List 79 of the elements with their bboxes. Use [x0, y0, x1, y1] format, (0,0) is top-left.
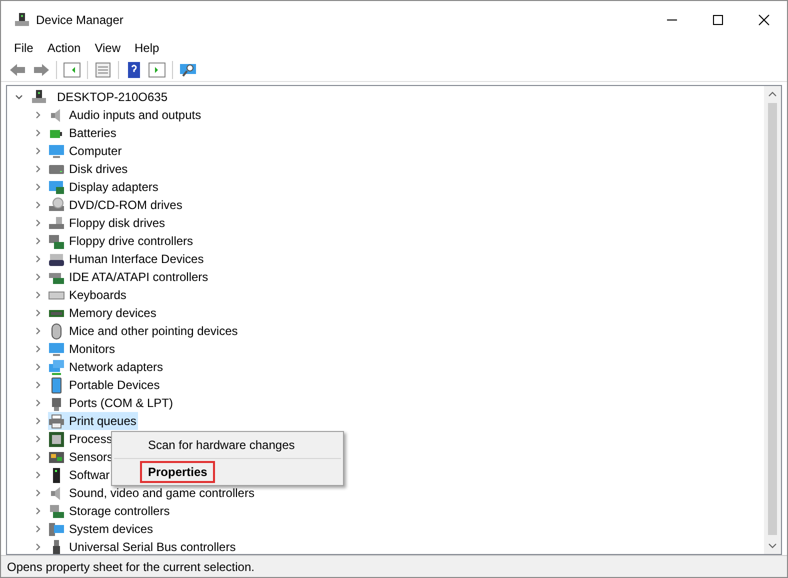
status-text: Opens property sheet for the current selection. — [7, 558, 254, 576]
expand-chevron-icon[interactable] — [34, 363, 42, 371]
tree-item[interactable]: Mice and other pointing devices — [48, 322, 240, 340]
tree-item[interactable]: Floppy disk drives — [48, 214, 168, 232]
storage-controller-icon — [48, 502, 65, 520]
expand-chevron-icon[interactable] — [34, 201, 42, 209]
expand-chevron-icon[interactable] — [34, 399, 42, 407]
tree-item[interactable]: Ports (COM & LPT) — [48, 394, 176, 412]
expand-chevron-icon[interactable] — [34, 525, 42, 533]
tree-item[interactable]: Computer — [48, 142, 124, 160]
monitor-icon — [48, 340, 65, 358]
expand-chevron-icon[interactable] — [34, 273, 42, 281]
tree-item[interactable]: Floppy drive controllers — [48, 232, 196, 250]
expand-chevron-icon[interactable] — [34, 435, 42, 443]
tree-item[interactable]: Keyboards — [48, 286, 128, 304]
menu-item[interactable]: Help — [128, 39, 166, 57]
tree-item[interactable]: Print queues — [48, 412, 138, 430]
close-icon — [759, 14, 769, 24]
tree-item[interactable]: Batteries — [48, 124, 118, 142]
expand-chevron-icon[interactable] — [34, 237, 42, 245]
menu-item[interactable]: Properties — [140, 461, 216, 483]
tree-item[interactable]: Sound, video and game controllers — [48, 484, 256, 502]
device-manager-icon — [14, 12, 30, 28]
computer-icon — [31, 89, 47, 105]
tree-item[interactable]: Sensors — [48, 448, 116, 466]
expand-chevron-icon[interactable] — [34, 543, 42, 551]
expand-chevron-icon[interactable] — [34, 507, 42, 515]
tree-item[interactable]: Display adapters — [48, 178, 160, 196]
expand-chevron-icon[interactable] — [34, 291, 42, 299]
display-adapter-icon — [48, 178, 65, 196]
sheet-icon[interactable] — [93, 60, 113, 78]
menu-item[interactable]: File — [7, 39, 40, 57]
expand-chevron-icon[interactable] — [34, 255, 42, 263]
menu-item[interactable]: Action — [40, 39, 88, 57]
computer-icon — [48, 520, 65, 538]
expand-chevron-icon[interactable] — [34, 309, 42, 317]
expand-chevron-icon[interactable] — [34, 111, 42, 119]
tree-item[interactable]: System devices — [48, 520, 156, 538]
expand-chevron-icon[interactable] — [34, 147, 42, 155]
tree-item[interactable]: Softwar — [48, 466, 112, 484]
expand-chevron-icon[interactable] — [34, 471, 42, 479]
window-pane-icon[interactable] — [147, 60, 167, 78]
expand-chevron-icon[interactable] — [34, 453, 42, 461]
menu-item[interactable]: Scan for hardware changes — [140, 434, 303, 456]
processor-icon — [48, 430, 65, 448]
expand-chevron-icon[interactable] — [34, 345, 42, 353]
tree-item[interactable]: Network adapters — [48, 358, 166, 376]
tree-item[interactable]: Universal Serial Bus controllers — [48, 538, 238, 554]
expand-chevron-icon[interactable] — [34, 489, 42, 497]
tree-item[interactable]: Process — [48, 430, 114, 448]
scrollbar[interactable] — [764, 86, 781, 554]
floppy-drive-icon — [48, 214, 65, 232]
tree-item[interactable]: Disk drives — [48, 160, 130, 178]
tree-item[interactable]: Audio inputs and outputs — [48, 106, 204, 124]
expand-chevron-icon[interactable] — [34, 381, 42, 389]
tree-item[interactable]: Monitors — [48, 340, 118, 358]
maximize-icon — [713, 14, 723, 24]
tree-item[interactable]: DESKTOP-210O635 — [55, 88, 170, 106]
window-title: Device Manager — [36, 12, 124, 28]
collapse-chevron-icon[interactable] — [15, 93, 23, 101]
expand-chevron-icon[interactable] — [34, 219, 42, 227]
controller-card-icon — [48, 232, 65, 250]
expand-chevron-icon[interactable] — [34, 165, 42, 173]
expand-chevron-icon[interactable] — [34, 417, 42, 425]
printer-icon — [48, 412, 65, 430]
expand-chevron-icon[interactable] — [34, 327, 42, 335]
tree-item[interactable]: Memory devices — [48, 304, 158, 322]
tree-item[interactable]: DVD/CD-ROM drives — [48, 196, 184, 214]
window-pane-icon[interactable] — [62, 60, 82, 78]
network-icon — [48, 358, 65, 376]
disc-drive-icon — [48, 196, 65, 214]
expand-chevron-icon[interactable] — [34, 183, 42, 191]
tree-item[interactable]: Portable Devices — [48, 376, 162, 394]
tree-item[interactable]: Storage controllers — [48, 502, 172, 520]
tree-item[interactable]: Human Interface Devices — [48, 250, 206, 268]
expand-chevron-icon[interactable] — [34, 129, 42, 137]
monitor-icon — [48, 142, 65, 160]
menu-item[interactable]: View — [88, 39, 128, 57]
tree-item[interactable]: IDE ATA/ATAPI controllers — [48, 268, 210, 286]
